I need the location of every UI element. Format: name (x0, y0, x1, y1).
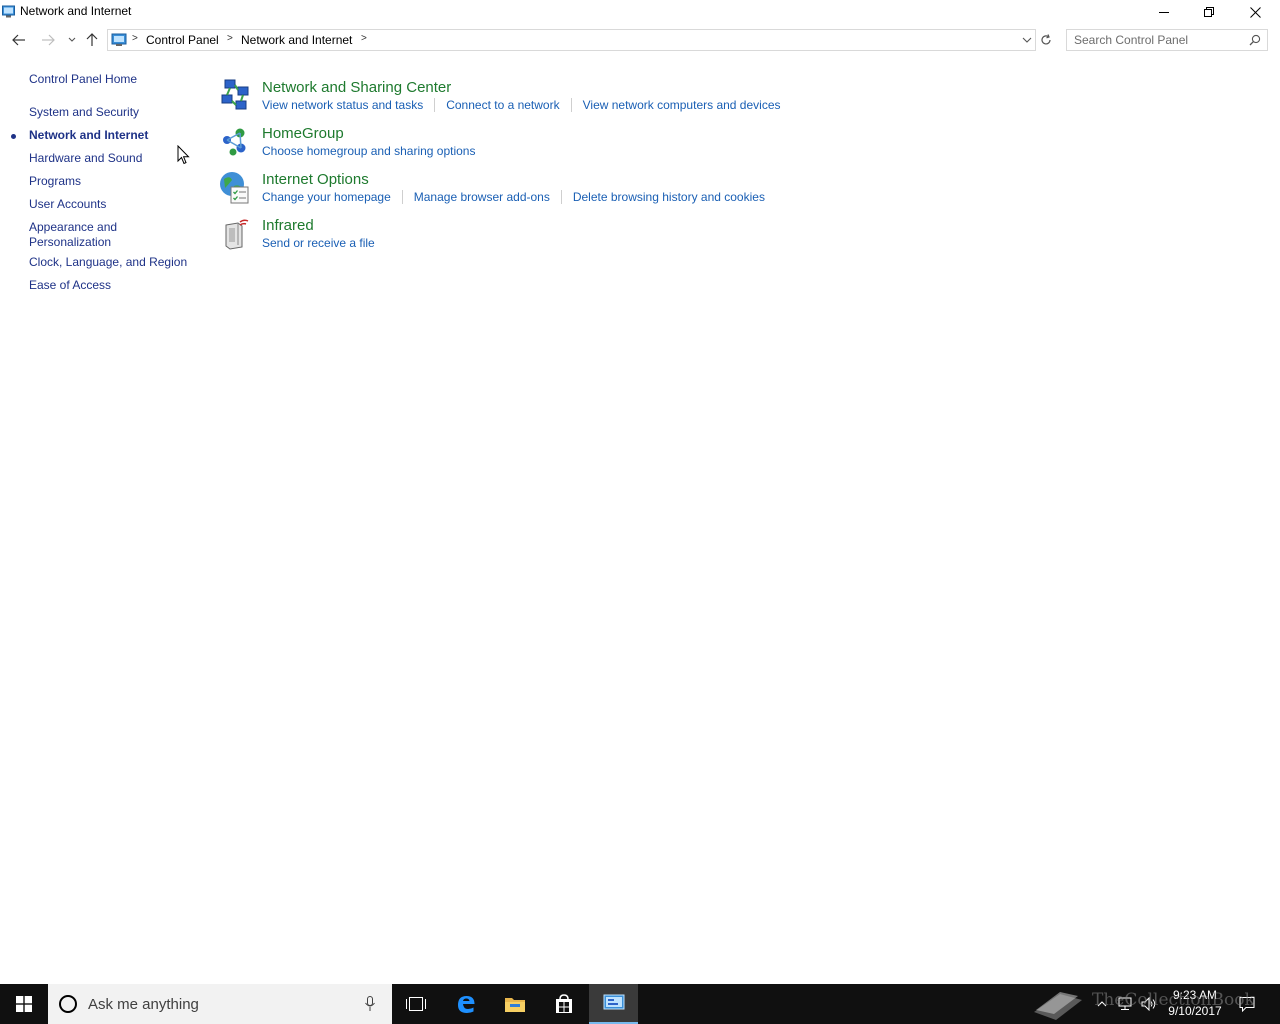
search-icon[interactable] (1249, 34, 1261, 46)
close-icon (1249, 6, 1261, 18)
restore-icon (1204, 7, 1214, 17)
title-bar[interactable]: Network and Internet (0, 0, 1280, 24)
back-button[interactable] (9, 30, 29, 50)
task-view-icon (406, 997, 426, 1011)
category-links: Change your homepage Manage browser add-… (262, 190, 765, 204)
breadcrumb-control-panel[interactable]: Control Panel (146, 33, 219, 47)
control-panel-icon (603, 994, 624, 1010)
breadcrumb-network-and-internet[interactable]: Network and Internet (241, 33, 352, 47)
breadcrumb-separator[interactable]: > (132, 33, 138, 44)
category-title-network-and-sharing-center[interactable]: Network and Sharing Center (262, 79, 451, 96)
sidebar-item-clock-language-region[interactable]: Clock, Language, and Region (29, 255, 187, 270)
windows-logo-icon (16, 996, 32, 1012)
network-icon (1118, 997, 1132, 1010)
infrared-icon[interactable] (218, 217, 252, 251)
chevron-down-icon (68, 37, 76, 42)
mouse-cursor-icon (177, 145, 190, 165)
control-panel-window: Network and Internet > Control Panel > N… (0, 0, 1280, 984)
breadcrumb-separator[interactable]: > (361, 33, 367, 44)
navigation-bar: > Control Panel > Network and Internet > (0, 28, 1280, 52)
taskbar-edge-button[interactable] (442, 984, 490, 1024)
cortana-placeholder: Ask me anything (88, 996, 199, 1013)
action-center-button[interactable] (1234, 984, 1260, 1024)
sidebar-item-programs[interactable]: Programs (29, 174, 81, 189)
sidebar-item-appearance-and-personalization[interactable]: Appearance and (29, 220, 117, 235)
current-page-bullet (11, 134, 16, 139)
link-delete-browsing-history[interactable]: Delete browsing history and cookies (573, 190, 765, 204)
store-bag-icon (556, 994, 572, 1013)
control-panel-icon (2, 5, 15, 18)
taskbar: Ask me anything 9:23 AM 9/10/2017 (0, 984, 1280, 1024)
sidebar-item-system-and-security[interactable]: System and Security (29, 105, 139, 120)
link-divider (560, 190, 562, 204)
volume-tray-button[interactable] (1138, 984, 1160, 1024)
edge-browser-icon (458, 996, 475, 1013)
breadcrumb-separator[interactable]: > (227, 33, 233, 44)
sidebar-item-ease-of-access[interactable]: Ease of Access (29, 278, 111, 293)
minimize-button[interactable] (1141, 0, 1187, 24)
chevron-down-icon[interactable] (1021, 34, 1033, 46)
show-hidden-icons-button[interactable] (1092, 984, 1112, 1024)
back-arrow-icon (12, 34, 25, 46)
link-connect-to-network[interactable]: Connect to a network (446, 98, 559, 112)
network-sharing-icon[interactable] (218, 79, 252, 113)
taskbar-store-button[interactable] (540, 984, 588, 1024)
link-send-receive-file[interactable]: Send or receive a file (262, 236, 375, 250)
link-divider (434, 98, 436, 112)
category-title-homegroup[interactable]: HomeGroup (262, 125, 344, 142)
address-bar[interactable]: > Control Panel > Network and Internet > (107, 29, 1036, 51)
chevron-up-icon (1097, 1001, 1107, 1007)
clock-time: 9:23 AM (1172, 988, 1218, 1002)
up-button[interactable] (82, 30, 102, 50)
recent-locations-button[interactable] (62, 30, 82, 50)
speaker-icon (1141, 997, 1156, 1011)
network-tray-button[interactable] (1114, 984, 1136, 1024)
category-title-infrared[interactable]: Infrared (262, 217, 314, 234)
category-links: View network status and tasks Connect to… (262, 98, 781, 112)
homegroup-icon[interactable] (218, 125, 252, 159)
link-view-network-computers[interactable]: View network computers and devices (583, 98, 781, 112)
link-manage-browser-addons[interactable]: Manage browser add-ons (414, 190, 550, 204)
link-choose-homegroup-options[interactable]: Choose homegroup and sharing options (262, 144, 475, 158)
category-links: Send or receive a file (262, 236, 375, 250)
link-divider (401, 190, 403, 204)
notification-icon (1239, 997, 1255, 1012)
link-view-network-status[interactable]: View network status and tasks (262, 98, 423, 112)
control-panel-icon (111, 33, 127, 46)
cortana-search-box[interactable]: Ask me anything (48, 984, 392, 1024)
sidebar-item-control-panel-home[interactable]: Control Panel Home (29, 72, 137, 87)
cortana-icon (59, 995, 77, 1013)
start-button[interactable] (0, 984, 48, 1024)
sidebar-item-network-and-internet[interactable]: Network and Internet (29, 128, 148, 143)
search-input[interactable] (1067, 30, 1247, 50)
link-divider (570, 98, 572, 112)
minimize-icon (1159, 12, 1169, 13)
refresh-icon (1041, 34, 1051, 45)
category-links: Choose homegroup and sharing options (262, 144, 475, 158)
sidebar-item-hardware-and-sound[interactable]: Hardware and Sound (29, 151, 142, 166)
internet-options-icon[interactable] (218, 171, 252, 205)
task-view-button[interactable] (392, 984, 440, 1024)
system-clock[interactable]: 9:23 AM 9/10/2017 (1158, 987, 1232, 1019)
taskbar-control-panel-button[interactable] (589, 984, 638, 1024)
window-title: Network and Internet (20, 4, 132, 18)
forward-button[interactable] (38, 30, 58, 50)
taskbar-file-explorer-button[interactable] (491, 984, 539, 1024)
sidebar-item-appearance-and-personalization[interactable]: Personalization (29, 235, 111, 250)
link-change-homepage[interactable]: Change your homepage (262, 190, 391, 204)
restore-button[interactable] (1186, 0, 1232, 24)
search-box[interactable] (1066, 29, 1268, 51)
refresh-button[interactable] (1037, 29, 1055, 51)
microphone-icon[interactable] (365, 996, 375, 1012)
sidebar-item-user-accounts[interactable]: User Accounts (29, 197, 106, 212)
folder-icon (505, 998, 525, 1012)
forward-arrow-icon (42, 34, 55, 46)
up-arrow-icon (86, 33, 98, 46)
close-button[interactable] (1232, 0, 1278, 24)
clock-date: 9/10/2017 (1168, 1004, 1222, 1018)
category-title-internet-options[interactable]: Internet Options (262, 171, 369, 188)
